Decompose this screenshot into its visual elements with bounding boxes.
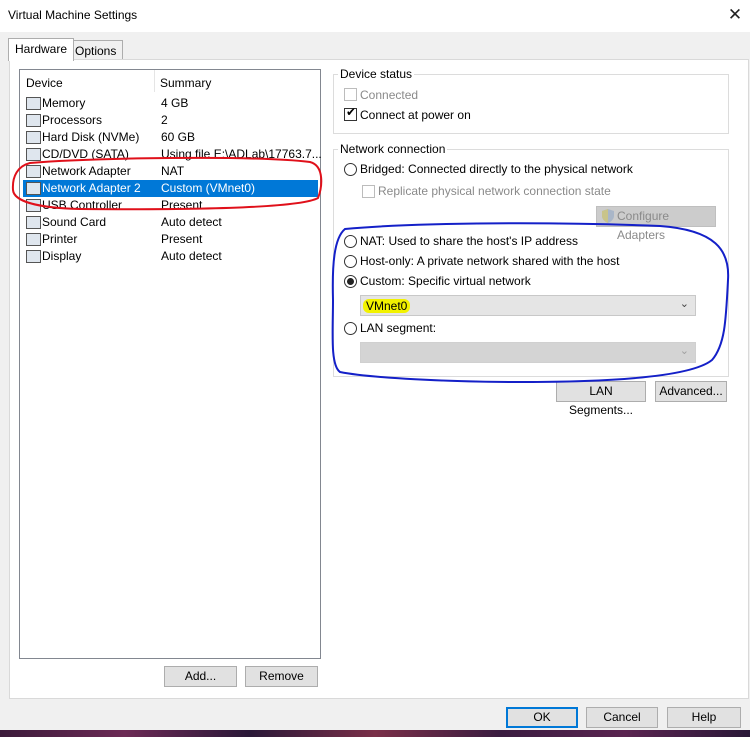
device-summary: Auto detect [161, 249, 222, 263]
device-list[interactable]: Device Summary Memory 4 GB Processors 2 Hard… [19, 69, 321, 659]
network-adapter-icon [26, 165, 41, 178]
cancel-button[interactable]: Cancel [586, 707, 658, 728]
device-name: Processors [42, 113, 103, 127]
bridged-label: Bridged: Connected directly to the physi… [360, 162, 633, 176]
lan-segments-button[interactable]: LAN Segments... [556, 381, 646, 417]
device-summary: Custom (VMnet0) [161, 181, 256, 195]
radio-selected-dot [347, 278, 354, 285]
connect-at-power-on-label: Connect at power on [360, 108, 471, 122]
device-summary: 60 GB [161, 130, 196, 144]
device-row[interactable]: Printer Present [23, 231, 318, 248]
replicate-label: Replicate physical network connection st… [378, 184, 611, 198]
device-name: USB Controller [42, 198, 123, 212]
custom-network-dropdown[interactable]: VMnet0 ⌄ [360, 295, 696, 316]
usb-icon [26, 199, 41, 212]
network-connection-legend: Network connection [338, 142, 448, 156]
connect-at-power-on-checkbox[interactable]: ✔ [344, 105, 357, 121]
device-row[interactable]: Network Adapter 2 Custom (VMnet0) [23, 180, 318, 197]
printer-icon [26, 233, 41, 246]
device-name: CD/DVD (SATA) [42, 147, 129, 161]
lan-segment-dropdown[interactable]: ⌄ [360, 342, 696, 363]
help-button[interactable]: Help [667, 707, 741, 728]
replicate-checkbox[interactable] [362, 185, 375, 198]
nat-radio[interactable] [344, 235, 357, 248]
remove-button[interactable]: Remove [245, 666, 318, 687]
device-row[interactable]: Processors 2 [23, 112, 318, 129]
lan-segment-label: LAN segment: [360, 321, 437, 335]
device-summary: Using file E:\ADLab\17763.7... [161, 147, 321, 161]
device-row[interactable]: Hard Disk (NVMe) 60 GB [23, 129, 318, 146]
device-summary: NAT [161, 164, 185, 178]
device-name: Sound Card [42, 215, 107, 229]
custom-radio[interactable] [344, 275, 357, 288]
device-name: Memory [42, 96, 86, 110]
bridged-radio[interactable] [344, 163, 357, 176]
vm-settings-dialog: Virtual Machine Settings ✕ Hardware Opti… [0, 0, 750, 737]
device-row[interactable]: Memory 4 GB [23, 95, 318, 112]
device-name: Printer [42, 232, 78, 246]
ok-button[interactable]: OK [506, 707, 578, 728]
connected-checkbox[interactable] [344, 88, 357, 101]
configure-adapters-button[interactable]: Configure Adapters [596, 206, 716, 242]
host-only-radio[interactable] [344, 255, 357, 268]
device-summary: 2 [161, 113, 168, 127]
device-name: Network Adapter [42, 164, 131, 178]
add-button[interactable]: Add... [164, 666, 237, 687]
device-name: Network Adapter 2 [42, 181, 141, 195]
column-header-summary[interactable]: Summary [160, 76, 211, 90]
connected-label: Connected [360, 88, 419, 102]
device-name: Hard Disk (NVMe) [42, 130, 140, 144]
monitor-icon [26, 250, 41, 263]
shield-icon [602, 209, 614, 223]
custom-label: Custom: Specific virtual network [360, 274, 531, 288]
tab-hardware[interactable]: Hardware [8, 38, 75, 61]
device-row[interactable]: Network Adapter NAT [23, 163, 318, 180]
window-title: Virtual Machine Settings [8, 8, 138, 22]
chevron-down-icon: ⌄ [679, 345, 689, 357]
device-summary: 4 GB [161, 96, 189, 110]
title-bar: Virtual Machine Settings ✕ [0, 0, 750, 32]
processor-icon [26, 114, 41, 127]
device-summary: Auto detect [161, 215, 222, 229]
device-row[interactable]: CD/DVD (SATA) Using file E:\ADLab\17763.7… [23, 146, 321, 163]
device-row[interactable]: Sound Card Auto detect [23, 214, 318, 231]
hard-disk-icon [26, 131, 41, 144]
desktop-background-strip [0, 730, 750, 737]
host-only-label: Host-only: A private network shared with… [360, 254, 620, 268]
chevron-down-icon: ⌄ [679, 298, 689, 310]
device-name: Display [42, 249, 82, 263]
lan-segment-radio[interactable] [344, 322, 357, 335]
advanced-button[interactable]: Advanced... [655, 381, 727, 402]
device-status-group [333, 74, 729, 134]
memory-icon [26, 97, 41, 110]
device-summary: Present [161, 198, 203, 212]
nat-label: NAT: Used to share the host's IP address [360, 234, 578, 248]
cd-dvd-icon [26, 148, 41, 161]
column-header-device[interactable]: Device [26, 76, 63, 90]
device-row[interactable]: USB Controller Present [23, 197, 318, 214]
device-status-legend: Device status [338, 67, 415, 81]
custom-network-value: VMnet0 [363, 299, 411, 313]
configure-adapters-label: Configure Adapters [617, 209, 670, 242]
speaker-icon [26, 216, 41, 229]
device-summary: Present [161, 232, 203, 246]
tab-options[interactable]: Options [68, 40, 124, 61]
close-icon[interactable]: ✕ [722, 2, 748, 28]
device-row[interactable]: Display Auto detect [23, 248, 318, 265]
network-adapter-icon [26, 182, 41, 195]
checkmark-icon: ✔ [346, 105, 357, 119]
